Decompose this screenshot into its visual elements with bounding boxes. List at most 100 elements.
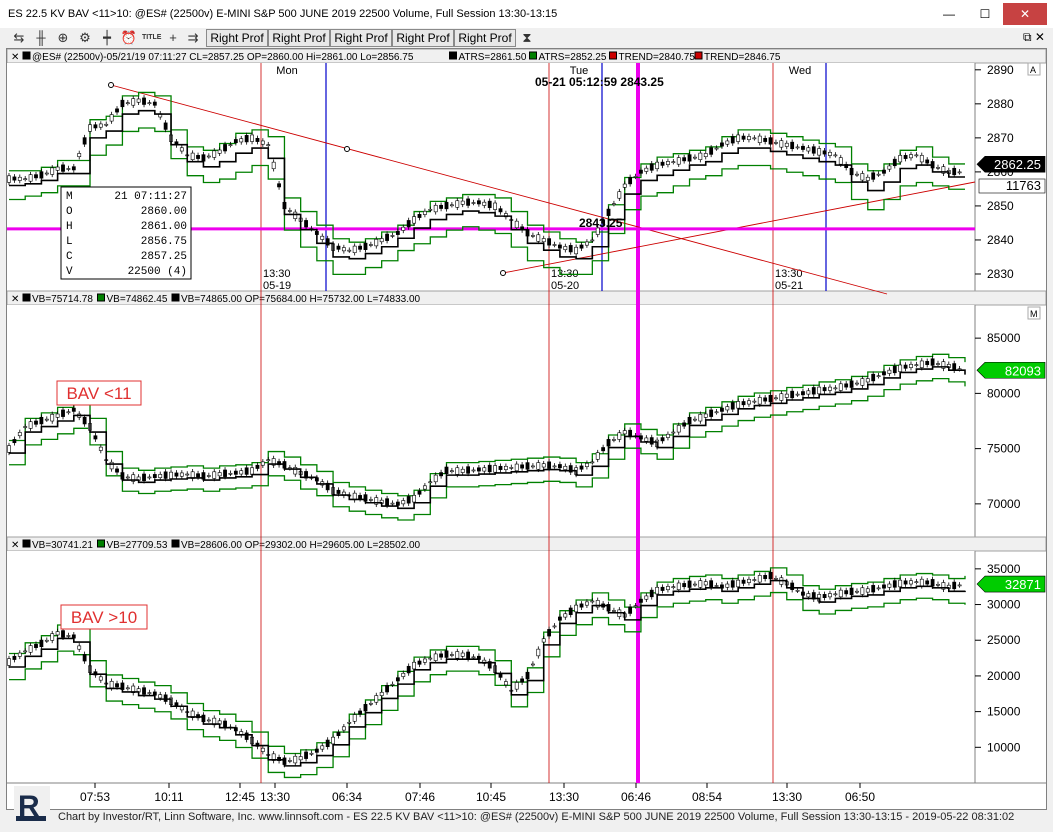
- bav-lt11-candle-body: [412, 495, 416, 503]
- bav-gt10-candle-body: [293, 755, 298, 764]
- price-candle-body: [552, 244, 557, 246]
- price-ytick-label: 2840: [987, 233, 1014, 247]
- price-candle-body: [822, 150, 827, 155]
- window-titlebar: ES 22.5 KV BAV <11>10: @ES# (22500v) E-M…: [0, 0, 1053, 29]
- bav-lt11-candle-body: [590, 461, 595, 464]
- bav-gt10-candle-body: [676, 582, 681, 590]
- mdi-controls[interactable]: ⧉ ✕: [1023, 30, 1045, 45]
- bav-gt10-candle-body: [163, 694, 168, 702]
- bav-lt11-candle-body: [514, 463, 519, 472]
- price-candle-body: [909, 154, 913, 159]
- bav-lt11-candle-body: [682, 422, 687, 427]
- panel2-close-icon[interactable]: ✕: [11, 294, 19, 305]
- xtick-label: 10:11: [154, 790, 183, 804]
- bav-gt10-candle-body: [44, 639, 49, 642]
- bav-lt11-candle-body: [44, 418, 49, 421]
- price-candle-body: [779, 140, 784, 148]
- hourglass-icon[interactable]: ⧗: [518, 30, 536, 46]
- bav-gt10-candle-body: [320, 745, 325, 750]
- bav-gt10-candle-body: [887, 583, 892, 588]
- title-icon[interactable]: TITLE: [142, 30, 161, 46]
- bav-lt11-candle-body: [93, 435, 98, 440]
- draw-icon[interactable]: ⇉: [184, 30, 202, 46]
- bav-lt11-candle-body: [709, 409, 714, 417]
- bav-gt10-candle-body: [331, 736, 335, 745]
- bav-gt10-candle-body: [849, 587, 854, 595]
- bav-gt10-candle-body: [395, 677, 400, 682]
- price-candle-body: [801, 145, 805, 150]
- panel3-close-icon[interactable]: ✕: [11, 540, 19, 551]
- price-candle-body: [406, 220, 411, 228]
- price-candle-body: [833, 154, 838, 157]
- close-button[interactable]: ✕: [1003, 3, 1047, 25]
- price-candle-body: [212, 150, 217, 158]
- panel1-autoscale[interactable]: A: [1030, 65, 1036, 75]
- minimize-button[interactable]: —: [931, 3, 967, 25]
- price-candle-body: [774, 142, 778, 144]
- price-candle-body: [482, 201, 487, 206]
- bav-gt10-candle-body: [401, 672, 406, 677]
- bav-lt11-candle-body: [196, 473, 200, 478]
- candle-icon[interactable]: ┿: [98, 30, 116, 46]
- bav-gt10-candle-body: [422, 658, 427, 663]
- panel1-close-icon[interactable]: ✕: [11, 52, 19, 63]
- price-candle-body: [28, 174, 33, 182]
- price-candle-body: [39, 171, 44, 179]
- bav-lt11-candle-body: [892, 365, 897, 374]
- price-candle-body: [217, 149, 222, 154]
- bav-gt10-candle-body: [352, 714, 357, 722]
- right-profile-button-5[interactable]: Right Prof: [454, 29, 516, 47]
- maximize-button[interactable]: ☐: [967, 3, 1003, 25]
- sync-icon[interactable]: ⇆: [10, 30, 28, 46]
- bav-gt10-candle-body: [466, 651, 470, 659]
- price-candle-body: [617, 191, 622, 199]
- price-candle-body: [44, 172, 49, 175]
- bav-lt11-candle-body: [822, 387, 827, 392]
- gear-icon[interactable]: ⚙: [76, 30, 94, 46]
- bav-gt10-candle-body: [525, 671, 530, 680]
- legend-swatch: [609, 51, 617, 60]
- legend-entry: ATRS=2852.25: [539, 52, 607, 63]
- panel2-mode[interactable]: M: [1030, 309, 1038, 319]
- price-candle-body: [412, 216, 416, 224]
- bav-gt10-candle-body: [774, 578, 778, 580]
- chart-area[interactable]: ✕ A @ES# (22500v)-05/21/19 07:11:27 CL=2…: [6, 48, 1047, 810]
- price-candle-body: [709, 147, 714, 155]
- panel2-plot: [7, 305, 975, 537]
- zoom-icon[interactable]: ⊕: [54, 30, 72, 46]
- price-candle-body: [363, 242, 368, 250]
- bav-lt11-candle-body: [844, 383, 849, 388]
- price-candle-body: [341, 247, 346, 252]
- legend-swatch: [22, 51, 31, 60]
- price-candle-body: [120, 99, 125, 108]
- right-profile-button-2[interactable]: Right Prof: [268, 29, 330, 47]
- ohlc-key: L: [66, 236, 73, 248]
- legend-entry: VB=28606.00 OP=29302.00 H=29605.00 L=285…: [181, 540, 421, 551]
- bav-lt11-candle-body: [531, 465, 535, 468]
- crosshair-icon[interactable]: +: [164, 30, 182, 46]
- chart-svg[interactable]: ✕ A @ES# (22500v)-05/21/19 07:11:27 CL=2…: [6, 48, 1047, 809]
- bav-gt10-candle-body: [628, 606, 633, 614]
- price-candle-body: [358, 245, 362, 250]
- right-profile-button-1[interactable]: Right Prof: [206, 29, 268, 47]
- bav-lt11-candle-body: [855, 382, 859, 385]
- right-profile-button-4[interactable]: Right Prof: [392, 29, 454, 47]
- bav-gt10-candle-body: [374, 695, 379, 703]
- price-candle-body: [828, 151, 832, 156]
- bav-gt10-candle-body: [682, 583, 687, 588]
- bar-style-icon[interactable]: ╫: [32, 30, 50, 46]
- price-candle-body: [882, 169, 886, 174]
- clock-icon[interactable]: ⏰: [120, 30, 138, 46]
- bav-lt11-candle-body: [471, 469, 476, 472]
- price-candle-body: [260, 140, 265, 145]
- price-candle-body: [444, 201, 449, 210]
- price-candle-body: [304, 220, 308, 228]
- bav-gt10-candle-body: [703, 581, 708, 586]
- price-candle-body: [163, 122, 168, 130]
- bav-gt10-candle-body: [390, 683, 395, 686]
- price-candle-body: [125, 102, 130, 105]
- bav-lt11-annotation: BAV <11: [56, 380, 142, 406]
- investor-rt-logo: R: [14, 786, 50, 826]
- bav-lt11-candle-body: [547, 461, 552, 469]
- right-profile-button-3[interactable]: Right Prof: [330, 29, 392, 47]
